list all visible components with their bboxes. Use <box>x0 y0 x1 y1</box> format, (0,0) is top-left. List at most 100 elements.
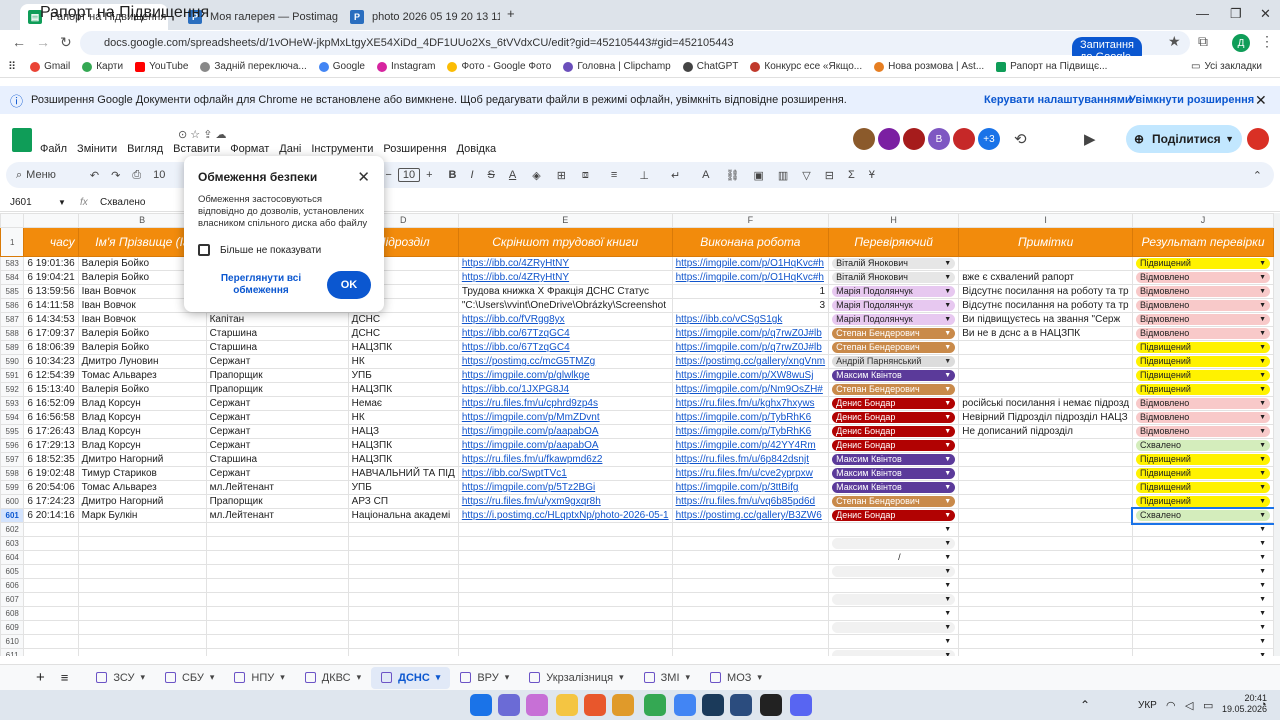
empty-cell[interactable] <box>77 620 207 635</box>
chevron-down-icon[interactable]: ▼ <box>944 482 951 494</box>
empty-cell[interactable] <box>958 578 1134 593</box>
reviewer-chip[interactable]: Денис Бондар ▼ <box>832 412 956 423</box>
empty-cell[interactable] <box>23 550 79 565</box>
notes-cell[interactable]: Не дописаний підрозділ <box>958 424 1134 439</box>
filter-icon[interactable]: ▽ <box>802 169 810 182</box>
result-dropdown[interactable]: ▼ <box>1136 580 1270 591</box>
notes-cell[interactable] <box>958 438 1134 453</box>
chevron-down-icon[interactable]: ▼ <box>1259 370 1266 382</box>
empty-cell[interactable] <box>347 592 459 607</box>
notes-cell[interactable] <box>958 340 1134 355</box>
avatar[interactable]: В <box>928 128 950 150</box>
row-number[interactable]: 601 <box>0 508 25 523</box>
result-dropdown[interactable]: ▼ <box>1136 650 1270 656</box>
result-cell[interactable]: Відмовлено ▼ <box>1132 312 1274 327</box>
menu-format[interactable]: Формат <box>230 143 269 155</box>
url-field[interactable]: docs.google.com/spreadsheets/d/1vOHeW-jk… <box>80 31 1190 65</box>
reviewer-cell[interactable]: Марія Подолянчук ▼ <box>828 312 960 327</box>
unit-cell[interactable]: ДСНС <box>347 326 459 341</box>
borders-icon[interactable]: ⊞ <box>557 169 566 182</box>
rank-cell[interactable]: Прапорщик <box>205 494 349 509</box>
result-cell[interactable]: Відмовлено ▼ <box>1132 270 1274 285</box>
empty-cell[interactable] <box>205 634 349 649</box>
chevron-down-icon[interactable]: ▼ <box>1259 650 1266 656</box>
forward-icon[interactable]: → <box>36 34 50 50</box>
reviewer-cell[interactable]: Денис Бондар ▼ <box>828 424 960 439</box>
name-cell[interactable]: Валерія Бойко <box>77 340 207 355</box>
result-chip[interactable]: Підвищений ▼ <box>1136 370 1270 381</box>
empty-cell[interactable] <box>205 648 349 656</box>
result-chip[interactable]: Підвищений ▼ <box>1136 258 1270 269</box>
row-number[interactable]: 594 <box>0 410 25 425</box>
empty-cell[interactable] <box>457 550 673 565</box>
work-link-cell[interactable]: https://imgpile.com/p/42YY4Rm <box>671 438 830 453</box>
chevron-down-icon[interactable]: ▼ <box>1259 622 1266 634</box>
avatar[interactable] <box>853 128 875 150</box>
name-cell[interactable]: Іван Вовчок <box>77 312 207 327</box>
name-cell[interactable]: Влад Корсун <box>77 438 207 453</box>
rank-cell[interactable]: Капітан <box>205 312 349 327</box>
valign-icon[interactable]: ⊥ <box>639 169 649 182</box>
empty-cell[interactable] <box>347 578 459 593</box>
work-link-cell[interactable]: https://ru.files.fm/u/cve2yprpxw <box>671 466 830 481</box>
fill-color-icon[interactable]: ◈ <box>532 169 540 182</box>
volume-icon[interactable]: ◁ <box>1185 699 1193 712</box>
reload-icon[interactable]: ↻ <box>60 34 72 51</box>
column-header[interactable]: I <box>958 213 1134 228</box>
chevron-down-icon[interactable]: ▾ <box>210 672 215 683</box>
empty-cell[interactable] <box>457 606 673 621</box>
close-icon[interactable]: ✕ <box>1255 92 1267 109</box>
notifications-icon[interactable]: ◔ <box>1260 699 1267 711</box>
empty-cell[interactable] <box>23 592 79 607</box>
sheet-tab-8[interactable]: МОЗ ▾ <box>700 667 772 689</box>
notes-cell[interactable] <box>958 480 1134 495</box>
screenshot-link-cell[interactable]: https://ru.files.fm/u/fkawpmd6z2 <box>457 452 673 467</box>
reviewer-cell[interactable]: ▼ <box>828 606 960 621</box>
reviewer-chip[interactable]: Марія Подолянчук ▼ <box>832 314 956 325</box>
work-link-cell[interactable]: https://imgpile.com/p/Nm9OsZH# <box>671 382 830 397</box>
enable-extension-link[interactable]: Увімкнути розширення <box>1129 94 1254 106</box>
chevron-down-icon[interactable]: ▾ <box>619 672 624 683</box>
empty-cell[interactable] <box>23 634 79 649</box>
row-number[interactable]: 588 <box>0 326 25 341</box>
reviewer-cell[interactable]: ▼ <box>828 536 960 551</box>
rank-cell[interactable]: Старшина <box>205 326 349 341</box>
name-cell[interactable]: Валерія Бойко <box>77 326 207 341</box>
reviewer-chip[interactable]: Максим Квінтов ▼ <box>832 454 956 465</box>
reviewer-chip[interactable]: Денис Бондар ▼ <box>832 510 956 521</box>
screenshot-link-cell[interactable]: https://ibb.co/4ZRyHtNY <box>457 256 673 271</box>
result-cell[interactable]: ▼ <box>1132 536 1274 551</box>
chevron-down-icon[interactable]: ▼ <box>944 552 951 564</box>
notes-cell[interactable] <box>958 494 1134 509</box>
reviewer-cell[interactable]: Денис Бондар ▼ <box>828 396 960 411</box>
row-number[interactable]: 603 <box>0 536 25 551</box>
row-number[interactable]: 605 <box>0 564 25 579</box>
rank-cell[interactable]: Сержант <box>205 424 349 439</box>
chevron-down-icon[interactable]: ▼ <box>944 300 951 312</box>
row-number[interactable]: 608 <box>0 606 25 621</box>
row-number[interactable]: 583 <box>0 256 25 271</box>
chevron-down-icon[interactable]: ▾ <box>686 672 691 683</box>
notes-cell[interactable]: Відсутнє посилання на роботу та тр <box>958 298 1134 313</box>
screenshot-link-cell[interactable]: https://imgpile.com/p/aapabOA <box>457 438 673 453</box>
row-number[interactable]: 590 <box>0 354 25 369</box>
screenshot-link-cell[interactable]: https://imgpile.com/p/aapabOA <box>457 424 673 439</box>
empty-cell[interactable] <box>23 648 79 656</box>
work-link-cell[interactable]: 3 <box>671 298 830 313</box>
unit-cell[interactable]: ДСНС <box>347 312 459 327</box>
result-chip[interactable]: Підвищений ▼ <box>1136 384 1270 395</box>
unit-cell[interactable]: НК <box>347 354 459 369</box>
reviewer-dropdown[interactable]: ▼ <box>832 594 956 605</box>
notes-cell[interactable] <box>958 354 1134 369</box>
ok-button[interactable]: OK <box>327 271 371 299</box>
chevron-down-icon[interactable]: ▼ <box>58 198 80 207</box>
reviewer-chip[interactable]: Максим Квінтов ▼ <box>832 468 956 480</box>
column-header[interactable]: J <box>1132 213 1274 228</box>
sheet-tab-4[interactable]: ДСНС ▾ <box>371 666 451 689</box>
chevron-down-icon[interactable]: ▼ <box>944 342 951 354</box>
result-dropdown[interactable]: ▼ <box>1136 594 1270 605</box>
chevron-down-icon[interactable]: ▼ <box>1259 314 1266 326</box>
chevron-down-icon[interactable]: ▼ <box>944 468 951 480</box>
header-cell[interactable]: Результат перевірки <box>1132 227 1274 257</box>
timestamp-cell[interactable]: 6 19:04:21 <box>23 270 79 285</box>
